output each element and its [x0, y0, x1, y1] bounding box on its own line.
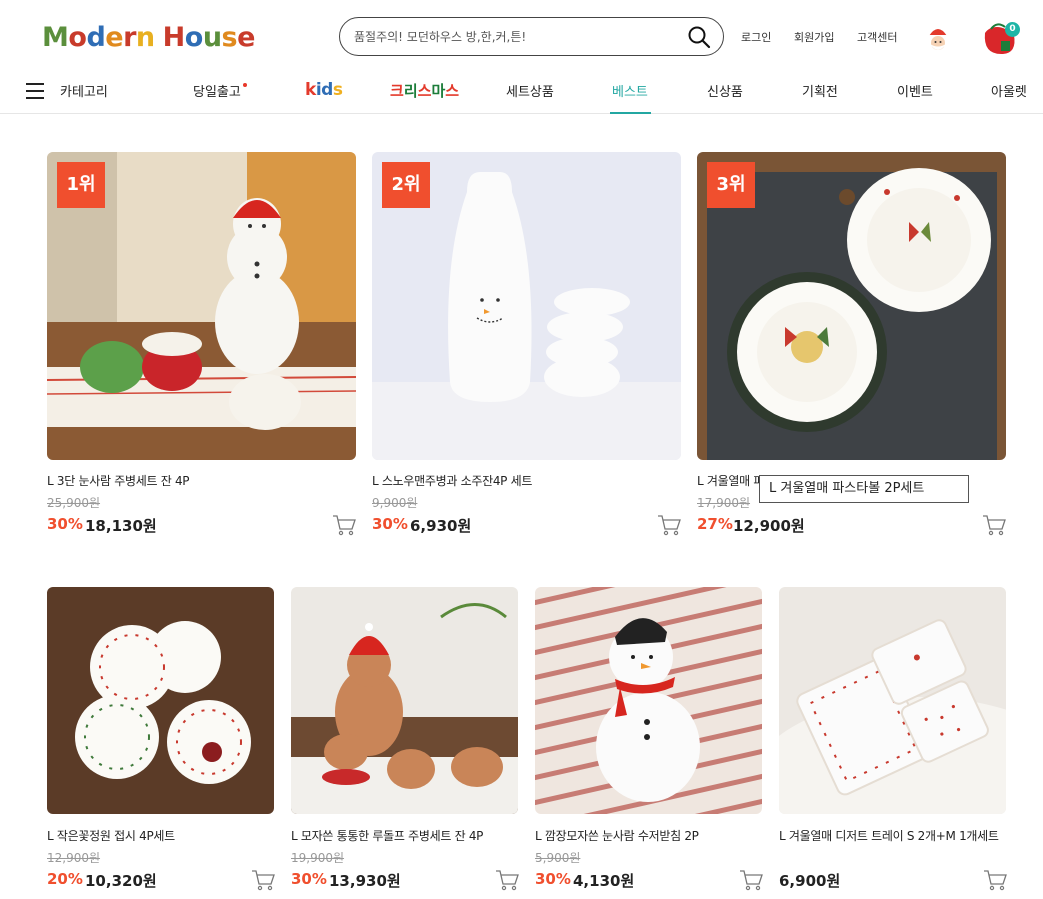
- discount-rate: 27%: [697, 515, 733, 533]
- sale-price: 10,320원: [85, 872, 157, 890]
- search-input[interactable]: [354, 26, 674, 48]
- product-image[interactable]: [291, 587, 518, 814]
- original-price: 19,900원: [291, 851, 345, 865]
- product-card[interactable]: L 작은꽃정원 접시 4P세트 12,900원 20% 10,320원: [47, 587, 275, 897]
- customer-center-link[interactable]: 고객센터: [857, 29, 897, 45]
- add-to-cart-icon[interactable]: [982, 514, 1006, 536]
- add-to-cart-icon[interactable]: [739, 869, 763, 891]
- product-name-tooltip: L 겨울열매 파스타볼 2P세트: [759, 475, 969, 503]
- add-to-cart-icon[interactable]: [495, 869, 519, 891]
- sale-price: 13,930원: [329, 872, 401, 890]
- rank-badge: 3위: [707, 162, 755, 208]
- add-to-cart-icon[interactable]: [251, 869, 275, 891]
- nav-exhibition[interactable]: 기획전: [802, 81, 838, 100]
- nav-category[interactable]: 카테고리: [60, 81, 108, 100]
- nav-kids[interactable]: kids: [305, 80, 343, 100]
- product-name[interactable]: L 겨울열매 디저트 트레이 S 2개+M 1개세트: [779, 827, 999, 844]
- add-to-cart-icon[interactable]: [983, 869, 1007, 891]
- product-image[interactable]: [535, 587, 762, 814]
- product-image[interactable]: 1위: [47, 152, 356, 460]
- product-card[interactable]: 1위 L 3단 눈사람 주병세트 잔 4P 25,900원 30% 18,130…: [47, 152, 356, 542]
- nav-christmas[interactable]: 크리스마스: [390, 80, 459, 101]
- sale-price: 6,930원: [410, 517, 472, 535]
- new-dot: [243, 83, 247, 87]
- add-to-cart-icon[interactable]: [657, 514, 681, 536]
- signup-link[interactable]: 회원가입: [794, 29, 834, 45]
- product-card[interactable]: L 겨울열매 디저트 트레이 S 2개+M 1개세트 6,900원: [779, 587, 1007, 897]
- product-name[interactable]: L 스노우맨주병과 소주잔4P 세트: [372, 472, 532, 489]
- sale-price: 12,900원: [733, 517, 805, 535]
- discount-rate: 30%: [47, 515, 83, 533]
- nav-same-day[interactable]: 당일출고: [193, 81, 241, 100]
- main-nav: 카테고리 당일출고 세트상품 베스트 신상품 기획전 이벤트 아울렛: [0, 70, 1043, 114]
- product-name[interactable]: L 겨울열매 파: [697, 472, 764, 489]
- cart-count-badge: 0: [1005, 22, 1020, 37]
- nav-new[interactable]: 신상품: [707, 81, 743, 100]
- product-name[interactable]: L 모자쓴 통통한 루돌프 주병세트 잔 4P: [291, 827, 483, 844]
- site-logo[interactable]: Modern House: [42, 22, 255, 54]
- login-link[interactable]: 로그인: [741, 29, 771, 45]
- search-icon[interactable]: [687, 25, 711, 49]
- santa-icon[interactable]: [925, 22, 951, 54]
- original-price: 12,900원: [47, 851, 101, 865]
- product-name[interactable]: L 작은꽃정원 접시 4P세트: [47, 827, 175, 844]
- original-price: 9,900원: [372, 496, 418, 510]
- nav-outlet[interactable]: 아울렛: [991, 81, 1027, 100]
- product-card[interactable]: L 깜장모자쓴 눈사람 수저받침 2P 5,900원 30% 4,130원: [535, 587, 763, 897]
- sale-price: 18,130원: [85, 517, 157, 535]
- discount-rate: 30%: [372, 515, 408, 533]
- product-name[interactable]: L 깜장모자쓴 눈사람 수저받침 2P: [535, 827, 699, 844]
- sale-price: 6,900원: [779, 872, 841, 890]
- discount-rate: 20%: [47, 870, 83, 888]
- rank-badge: 2위: [382, 162, 430, 208]
- product-card[interactable]: 2위 L 스노우맨주병과 소주잔4P 세트 9,900원 30% 6,930원: [372, 152, 681, 542]
- nav-best[interactable]: 베스트: [612, 81, 648, 100]
- product-card[interactable]: L 모자쓴 통통한 루돌프 주병세트 잔 4P 19,900원 30% 13,9…: [291, 587, 519, 897]
- original-price: 25,900원: [47, 496, 101, 510]
- add-to-cart-icon[interactable]: [332, 514, 356, 536]
- sale-price: 4,130원: [573, 872, 635, 890]
- discount-rate: 30%: [291, 870, 327, 888]
- product-image[interactable]: 3위: [697, 152, 1006, 460]
- product-name[interactable]: L 3단 눈사람 주병세트 잔 4P: [47, 472, 190, 489]
- nav-set[interactable]: 세트상품: [506, 81, 554, 100]
- search-bar[interactable]: [339, 17, 724, 56]
- original-price: 17,900원: [697, 496, 751, 510]
- nav-event[interactable]: 이벤트: [897, 81, 933, 100]
- menu-icon[interactable]: [26, 83, 44, 99]
- active-tab-indicator: [610, 112, 651, 114]
- original-price: 5,900원: [535, 851, 581, 865]
- site-header: ModernHouse 로그인 회원가입 고객센터 0: [0, 0, 1043, 70]
- product-image[interactable]: 2위: [372, 152, 681, 460]
- discount-rate: 30%: [535, 870, 571, 888]
- product-image[interactable]: [47, 587, 274, 814]
- rank-badge: 1위: [57, 162, 105, 208]
- product-image[interactable]: [779, 587, 1006, 814]
